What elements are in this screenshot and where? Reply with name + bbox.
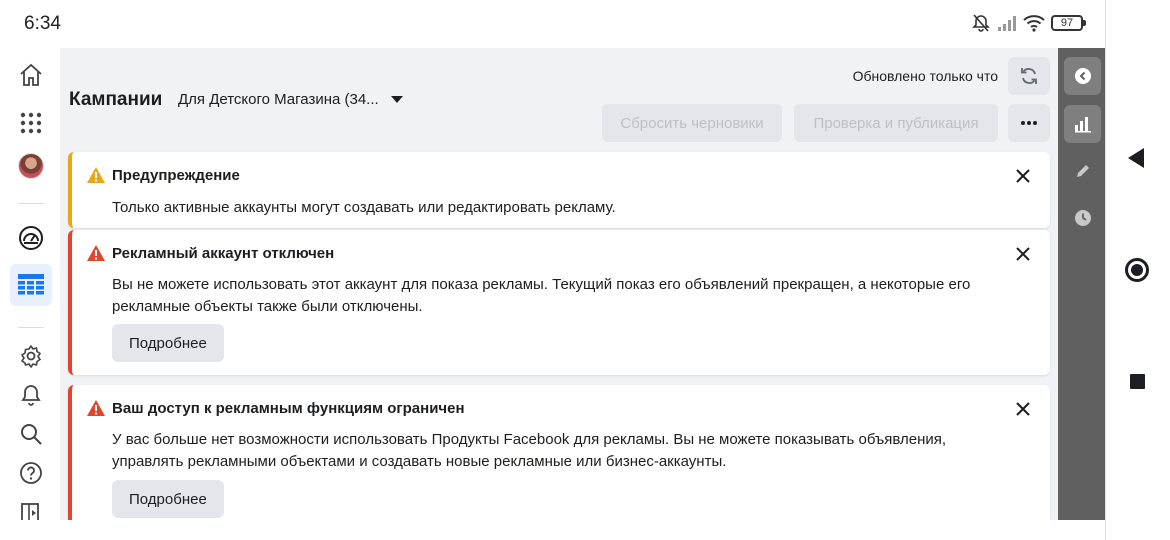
ads-manager-table-icon[interactable] bbox=[10, 264, 52, 306]
screen: 6:34 97 Кампании Для Детского Магазина (… bbox=[0, 0, 1170, 540]
recents-icon[interactable] bbox=[1130, 374, 1145, 389]
more-options-button[interactable] bbox=[1008, 104, 1050, 142]
signal-icon bbox=[997, 15, 1017, 31]
alert-title: Ваш доступ к рекламным функциям ограниче… bbox=[112, 400, 465, 417]
nav-divider bbox=[18, 203, 44, 204]
battery-icon: 97 bbox=[1051, 15, 1086, 31]
apps-grid-icon[interactable] bbox=[10, 102, 52, 144]
home-icon[interactable] bbox=[10, 54, 52, 96]
refresh-icon bbox=[1021, 68, 1037, 84]
alert-title: Предупреждение bbox=[112, 167, 240, 184]
android-nav-bar bbox=[1106, 0, 1170, 540]
learn-more-button[interactable]: Подробнее bbox=[112, 324, 224, 362]
close-icon[interactable] bbox=[1014, 167, 1032, 185]
error-icon bbox=[87, 245, 105, 261]
chart-icon[interactable] bbox=[1064, 105, 1101, 143]
updated-status: Обновлено только что bbox=[852, 68, 998, 84]
edit-icon[interactable] bbox=[1064, 152, 1101, 190]
alert-warning: Предупреждение Только активные аккаунты … bbox=[68, 152, 1050, 228]
error-icon bbox=[87, 400, 105, 416]
notifications-icon[interactable] bbox=[10, 374, 52, 416]
close-icon[interactable] bbox=[1014, 400, 1032, 418]
close-icon[interactable] bbox=[1014, 245, 1032, 263]
home-button-icon[interactable] bbox=[1125, 258, 1149, 282]
dashboard-gauge-icon[interactable] bbox=[10, 217, 52, 259]
left-nav bbox=[0, 48, 60, 523]
campaigns-header: Кампании Для Детского Магазина (34... Об… bbox=[60, 48, 1058, 148]
collapse-icon[interactable] bbox=[1064, 57, 1101, 95]
avatar-image bbox=[18, 153, 44, 179]
settings-icon[interactable] bbox=[10, 335, 52, 377]
nav-divider bbox=[18, 327, 44, 328]
history-icon[interactable] bbox=[1064, 199, 1101, 237]
alert-message: Только активные аккаунты могут создавать… bbox=[112, 199, 616, 216]
back-icon[interactable] bbox=[1128, 148, 1144, 168]
main-content: Кампании Для Детского Магазина (34... Об… bbox=[60, 48, 1058, 520]
right-rail bbox=[1058, 48, 1105, 520]
bottom-strip bbox=[0, 520, 1105, 540]
help-icon[interactable] bbox=[10, 452, 52, 494]
alert-account-disabled: Рекламный аккаунт отключен Вы не можете … bbox=[68, 230, 1050, 375]
alert-message: У вас больше нет возможности использоват… bbox=[112, 431, 947, 470]
system-icons: 97 bbox=[971, 13, 1086, 33]
alert-message: Вы не можете использовать этот аккаунт д… bbox=[112, 276, 971, 315]
account-selector[interactable]: Для Детского Магазина (34... bbox=[178, 91, 403, 108]
page-title: Кампании bbox=[69, 89, 163, 110]
learn-more-button[interactable]: Подробнее bbox=[112, 480, 224, 518]
account-name: Для Детского Магазина (34... bbox=[178, 91, 379, 108]
avatar[interactable] bbox=[10, 145, 52, 187]
warning-icon bbox=[87, 167, 105, 183]
status-bar: 6:34 97 bbox=[0, 0, 1105, 48]
status-time: 6:34 bbox=[24, 13, 61, 34]
more-icon bbox=[1021, 121, 1037, 125]
refresh-button[interactable] bbox=[1008, 57, 1050, 95]
alert-title: Рекламный аккаунт отключен bbox=[112, 245, 335, 262]
caret-down-icon bbox=[390, 96, 403, 103]
alert-access-restricted: Ваш доступ к рекламным функциям ограниче… bbox=[68, 385, 1050, 520]
review-publish-button[interactable]: Проверка и публикация bbox=[794, 104, 998, 142]
search-icon[interactable] bbox=[10, 413, 52, 455]
reset-drafts-button[interactable]: Сбросить черновики bbox=[602, 104, 782, 142]
wifi-icon bbox=[1023, 14, 1045, 32]
mute-icon bbox=[971, 13, 991, 33]
